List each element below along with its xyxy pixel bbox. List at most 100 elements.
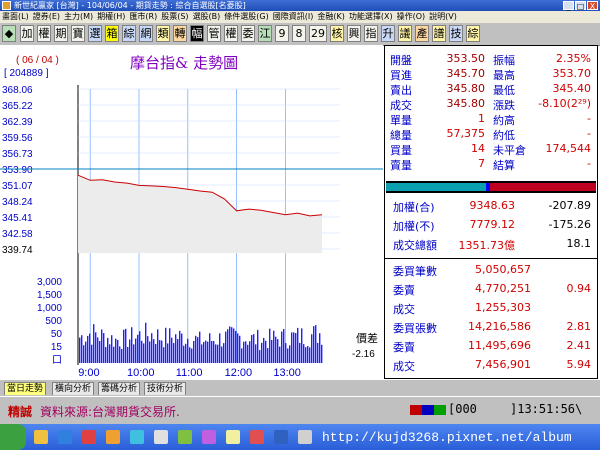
volume-bar [133, 344, 135, 363]
close-button[interactable]: X [587, 1, 598, 11]
volume-bar [297, 327, 299, 363]
folder-icon[interactable] [34, 430, 48, 444]
quote-label: 最高 [493, 69, 515, 82]
menu-item[interactable]: 期權(H) [95, 11, 127, 23]
tab-25[interactable]: 譜 [432, 25, 446, 42]
time-tick-label: 9:00 [78, 367, 99, 379]
volume-bar [79, 337, 81, 363]
volume-bar [167, 343, 169, 363]
tab-14[interactable]: 委 [241, 25, 255, 42]
volume-bar [283, 328, 285, 363]
stat-label: 委賣 [393, 284, 415, 297]
volume-bar [307, 346, 309, 363]
app-icon-purple[interactable] [202, 430, 216, 444]
menu-item[interactable]: 金融(K) [315, 11, 347, 23]
volume-bar [119, 346, 121, 363]
tab-17[interactable]: 8 [292, 25, 306, 42]
volume-bar [103, 333, 105, 363]
tab-3[interactable]: 期 [54, 25, 68, 42]
app-icon-red[interactable] [82, 430, 96, 444]
quote-label: 未平倉 [493, 144, 526, 157]
quote-value: -8.10(2²⁹) [538, 97, 591, 110]
volume-bar [193, 340, 195, 363]
tab-daily-trend[interactable]: 當日走勢 [4, 382, 47, 395]
app-icon-white[interactable] [154, 430, 168, 444]
tab-horizontal-analysis[interactable]: 橫向分析 [52, 382, 95, 395]
menu-item[interactable]: 說明(V) [427, 11, 459, 23]
tab-13[interactable]: 權 [224, 25, 238, 42]
menu-item[interactable]: 選股(B) [191, 11, 223, 23]
tab-12[interactable]: 管 [207, 25, 221, 42]
tab-26[interactable]: 技 [449, 25, 463, 42]
menu-item[interactable]: 股票(S) [159, 11, 190, 23]
volume-bar [121, 348, 123, 363]
tab-16[interactable]: 9 [275, 25, 289, 42]
maximize-button[interactable]: □ [575, 1, 586, 11]
menu-item[interactable]: 證券(E) [31, 11, 62, 23]
menu-item[interactable]: 條件選股(G) [222, 11, 270, 23]
tab-8[interactable]: 網 [139, 25, 153, 42]
quote-label: 約高 [493, 114, 515, 127]
quote-value: 174,544 [545, 142, 592, 155]
menu-item[interactable]: 主力(M) [62, 11, 95, 23]
app-icon-yellow[interactable] [226, 430, 240, 444]
volume-bar [179, 330, 181, 363]
tab-chip-analysis[interactable]: 籌碼分析 [98, 382, 141, 395]
index-label: 加權(合) [393, 201, 435, 214]
volume-bar [147, 336, 149, 363]
app-icon-blue[interactable] [274, 430, 288, 444]
tab-18[interactable]: 29 [309, 25, 327, 42]
quote-value: 345.40 [552, 82, 592, 95]
volume-bar [139, 331, 141, 363]
stat-label: 委買筆數 [393, 265, 437, 278]
volume-bar [259, 350, 261, 363]
volume-bar [209, 333, 211, 363]
volume-bar [93, 324, 95, 363]
tab-6[interactable]: 箱 [105, 25, 119, 42]
tab-2[interactable]: 權 [37, 25, 51, 42]
start-button[interactable] [0, 424, 26, 450]
app-icon-cyan[interactable] [130, 430, 144, 444]
tab-4[interactable]: 寶 [71, 25, 85, 42]
volume-bar [135, 338, 137, 363]
menu-item[interactable]: 國際資訊(I) [271, 11, 316, 23]
app-icon-green[interactable] [178, 430, 192, 444]
tab-22[interactable]: 升 [381, 25, 395, 42]
tab-23[interactable]: 議 [398, 25, 412, 42]
tab-11[interactable]: 幅 [190, 25, 204, 42]
tab-technical-analysis[interactable]: 技術分析 [144, 382, 187, 395]
volume-bar [219, 333, 221, 363]
volume-bar [223, 343, 225, 363]
tab-20[interactable]: 興 [347, 25, 361, 42]
tab-21[interactable]: 指 [364, 25, 378, 42]
tab-1[interactable]: 加 [20, 25, 34, 42]
tab-10[interactable]: 轉 [173, 25, 187, 42]
app-icon-stock[interactable] [250, 430, 264, 444]
tab-24[interactable]: 產 [415, 25, 429, 42]
tab-9[interactable]: 類 [156, 25, 170, 42]
volume-bar [157, 329, 159, 363]
app-icon-grey[interactable] [298, 430, 312, 444]
menu-item[interactable]: 操作(O) [395, 11, 428, 23]
browser-icon[interactable] [58, 430, 72, 444]
menu-item[interactable]: 功能選擇(X) [347, 11, 395, 23]
tab-15[interactable]: 江 [258, 25, 272, 42]
trend-chart[interactable]: ( 06 / 04 ) [ 204889 ] 摩台指& 走勢圖 368.0636… [0, 45, 383, 379]
quote-value: 353.70 [552, 67, 592, 80]
minimize-button[interactable]: _ [563, 1, 574, 11]
tab-27[interactable]: 綜 [466, 25, 480, 42]
volume-bar [91, 344, 93, 363]
menu-item[interactable]: 匯市(R) [127, 11, 159, 23]
tab-19[interactable]: 核 [330, 25, 344, 42]
tab-7[interactable]: 綜 [122, 25, 136, 42]
price-tick-label: 365.22 [2, 101, 33, 112]
stat-value: 4,770,251 [475, 282, 531, 295]
quote-value: - [587, 157, 591, 170]
menu-item[interactable]: 畫面(L) [0, 11, 31, 23]
price-tick-label: 339.74 [2, 245, 33, 256]
tab-5[interactable]: 選 [88, 25, 102, 42]
tab-home[interactable]: ◆ [2, 25, 16, 42]
volume-bar [217, 344, 219, 363]
app-icon-orange[interactable] [106, 430, 120, 444]
volume-bar [301, 328, 303, 363]
